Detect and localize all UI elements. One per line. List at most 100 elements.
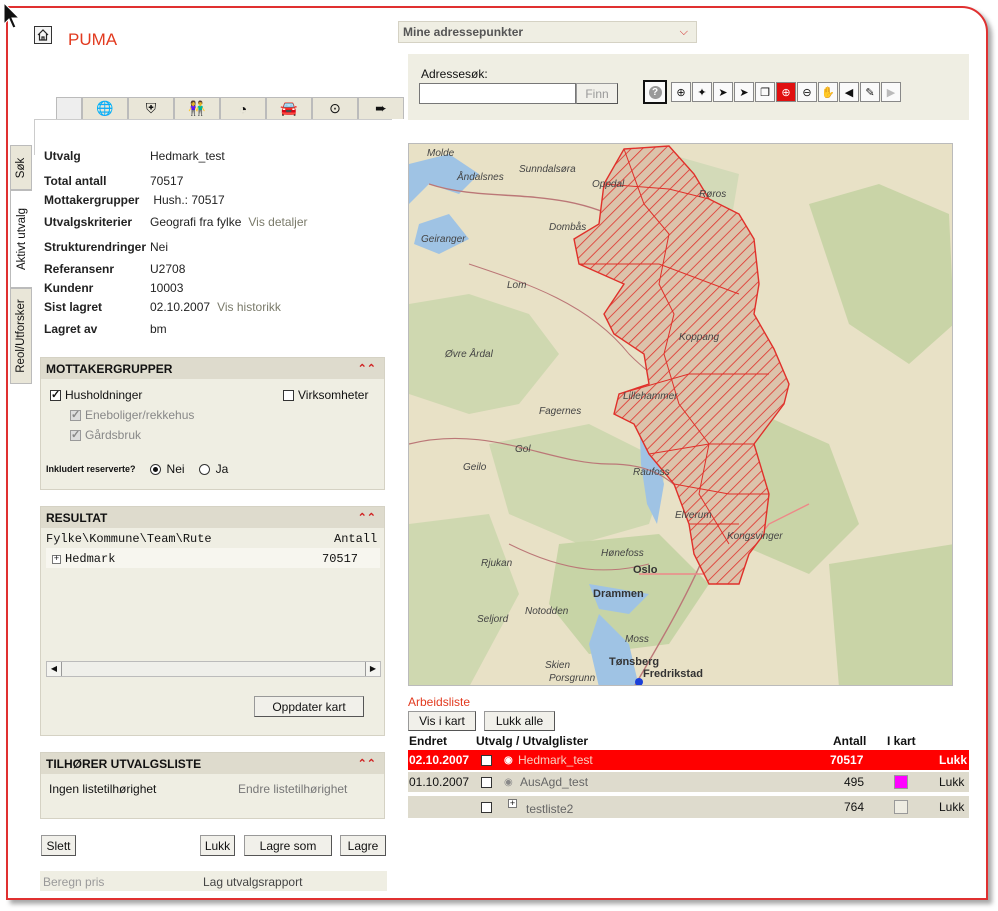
map-label: Elverum xyxy=(675,510,712,521)
help-icon[interactable]: ? xyxy=(643,80,667,104)
mottakergrupper-header[interactable]: MOTTAKERGRUPPER ⌃⌃ xyxy=(41,358,384,379)
reserved-no-radio[interactable] xyxy=(149,463,161,475)
worklist-row[interactable]: 02.10.2007 ◉ Hedmark_test 70517 Lukk xyxy=(408,750,969,770)
select-icon[interactable]: ➤ xyxy=(734,82,754,102)
virksomheter-option[interactable]: Virksomheter xyxy=(283,388,368,402)
select-rect-icon[interactable]: ❐ xyxy=(755,82,775,102)
map-label: Gol xyxy=(515,444,531,455)
mottakergrupper-title: MOTTAKERGRUPPER xyxy=(46,361,173,376)
row-checkbox[interactable] xyxy=(481,754,492,766)
people-icon[interactable]: 👫 xyxy=(174,97,220,119)
next-icon[interactable]: ▶ xyxy=(881,82,901,102)
shield-icon[interactable]: ⛨ xyxy=(128,97,174,119)
close-button[interactable]: Lukk xyxy=(200,835,235,856)
info-label: Total antall xyxy=(44,174,107,188)
resultat-col-path: Fylke\Kommune\Team\Rute xyxy=(46,532,212,546)
worklist-row[interactable]: 01.10.2007 ◉ AusAgd_test 495 Lukk xyxy=(408,772,969,792)
find-button[interactable]: Finn xyxy=(576,83,618,104)
save-button[interactable]: Lagre xyxy=(340,835,386,856)
vis-detaljer-link[interactable]: Vis detaljer xyxy=(248,215,307,229)
measure-icon[interactable]: ✎ xyxy=(860,82,880,102)
report-link[interactable]: Lag utvalgsrapport xyxy=(203,875,302,889)
row-close-link[interactable]: Lukk xyxy=(939,775,964,789)
tab-sok[interactable]: Søk xyxy=(10,145,32,190)
map-label: Notodden xyxy=(525,606,569,617)
target-icon[interactable]: ⊙ xyxy=(312,97,358,119)
address-points-dropdown[interactable]: Mine adressepunkter ⌵ xyxy=(398,21,697,43)
info-label: Referansenr xyxy=(44,262,115,276)
map-label: Raufoss xyxy=(633,467,670,478)
export-icon[interactable]: ➨ xyxy=(358,97,404,119)
husholdninger-checkbox[interactable] xyxy=(50,388,61,401)
reserved-row: Inkludert reserverte? Nei Ja xyxy=(46,462,228,476)
globe-icon[interactable]: 🌐 xyxy=(82,97,128,119)
chevron-up-icon[interactable]: ⌃⌃ xyxy=(358,362,376,375)
col-ikart: I kart xyxy=(887,734,916,748)
previous-icon[interactable]: ◀ xyxy=(839,82,859,102)
select-area-icon[interactable]: ✦ xyxy=(692,82,712,102)
chevron-up-icon[interactable]: ⌃⌃ xyxy=(358,511,376,524)
pan-center-icon[interactable]: ⊕ xyxy=(671,82,691,102)
row-name[interactable]: testliste2 xyxy=(526,802,573,816)
map-label: Øvre Årdal xyxy=(445,349,493,360)
calculate-price-link[interactable]: Beregn pris xyxy=(43,875,104,889)
row-color-swatch[interactable] xyxy=(894,775,908,789)
info-label: Kundenr xyxy=(44,281,94,295)
expand-icon[interactable]: + xyxy=(508,799,517,808)
info-label: Mottakergrupper xyxy=(44,193,140,207)
show-in-map-button[interactable]: Vis i kart xyxy=(408,711,476,731)
row-checkbox[interactable] xyxy=(481,801,492,813)
map-view[interactable]: Molde Åndalsnes Sunndalsøra Oppdal Røros… xyxy=(408,143,953,686)
resultat-row-name: Hedmark xyxy=(65,552,116,566)
table-row[interactable]: + Hedmark xyxy=(52,552,115,566)
reserved-yes-radio[interactable] xyxy=(198,463,210,475)
gardsbruk-checkbox xyxy=(70,428,81,441)
row-close-link[interactable]: Lukk xyxy=(939,753,967,767)
row-checkbox[interactable] xyxy=(481,776,492,788)
delete-button[interactable]: Slett xyxy=(41,835,76,856)
zoom-in-icon[interactable]: ⊕ xyxy=(776,82,796,102)
tab-aktivt-utvalg[interactable]: Aktivt utvalg xyxy=(10,190,32,288)
worklist-row[interactable]: + testliste2 764 Lukk xyxy=(408,796,969,818)
vis-historikk-link[interactable]: Vis historikk xyxy=(217,300,281,314)
map-label: Fagernes xyxy=(539,406,582,417)
close-all-button[interactable]: Lukk alle xyxy=(484,711,555,731)
husholdninger-label: Husholdninger xyxy=(65,388,143,402)
chevron-up-icon[interactable]: ⌃⌃ xyxy=(358,757,376,770)
map-label: Drammen xyxy=(593,588,644,600)
zoom-out-icon[interactable]: ⊖ xyxy=(797,82,817,102)
pan-hand-icon[interactable]: ✋ xyxy=(818,82,838,102)
map-canvas[interactable] xyxy=(409,144,953,686)
row-close-link[interactable]: Lukk xyxy=(939,800,964,814)
update-map-button[interactable]: Oppdater kart xyxy=(254,696,364,717)
horizontal-scrollbar[interactable]: ◀ ▶ xyxy=(46,661,381,677)
home-icon[interactable] xyxy=(34,26,52,44)
address-search-input[interactable] xyxy=(419,83,576,104)
virksomheter-checkbox[interactable] xyxy=(283,389,294,401)
husholdninger-option[interactable]: Husholdninger xyxy=(50,388,142,402)
map-label: Røros xyxy=(699,189,727,200)
row-name[interactable]: Hedmark_test xyxy=(518,753,593,767)
row-name[interactable]: AusAgd_test xyxy=(520,775,588,789)
expand-icon[interactable]: + xyxy=(52,554,61,564)
select-add-icon[interactable]: ➤ xyxy=(713,82,733,102)
scroll-left-icon[interactable]: ◀ xyxy=(47,662,62,676)
reserved-no-label: Nei xyxy=(166,462,185,476)
row-color-swatch[interactable] xyxy=(894,800,908,814)
info-value: bm xyxy=(150,322,167,336)
scroll-thumb[interactable] xyxy=(62,662,365,676)
info-row-kundenr: Kundenr 10003 xyxy=(44,281,183,295)
scroll-right-icon[interactable]: ▶ xyxy=(365,662,380,676)
virksomheter-label: Virksomheter xyxy=(298,388,369,402)
save-as-button[interactable]: Lagre som xyxy=(244,835,332,856)
resultat-header[interactable]: RESULTAT ⌃⌃ xyxy=(41,507,384,528)
map-label: Koppang xyxy=(679,332,720,343)
pie-chart-icon[interactable]: ◔ xyxy=(220,97,266,119)
endre-listetilhorighet-link[interactable]: Endre listetilhørighet xyxy=(238,782,347,796)
info-row-referanse: Referansenr U2708 xyxy=(44,262,185,276)
row-count: 495 xyxy=(844,775,865,789)
utvalgsliste-header[interactable]: TILHØRER UTVALGSLISTE ⌃⌃ xyxy=(41,753,384,774)
map-label: Porsgrunn xyxy=(549,673,596,684)
car-icon[interactable]: 🚘 xyxy=(266,97,312,119)
tab-reol-utforsker[interactable]: Reol/Utforsker xyxy=(10,288,32,384)
